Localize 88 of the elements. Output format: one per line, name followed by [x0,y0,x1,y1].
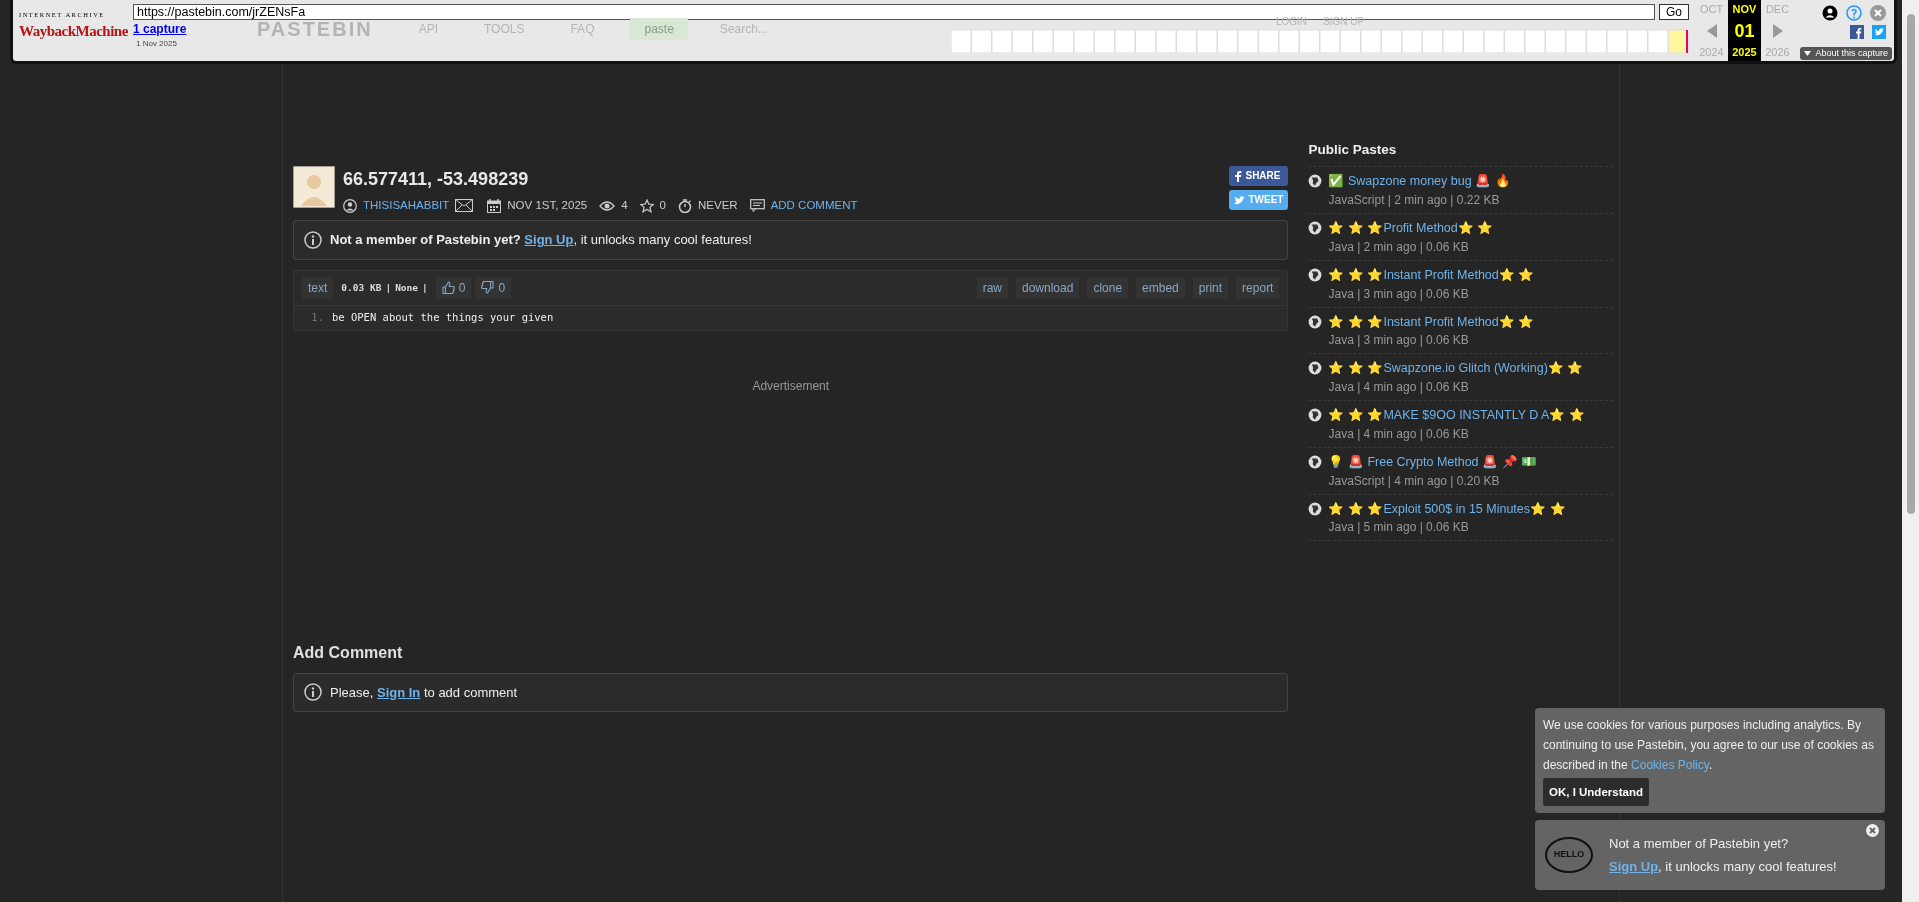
avatar [293,166,335,208]
bird-icon [1234,195,1246,205]
paste-meta: Java | 3 min ago | 0.06 KB [1328,332,1470,350]
globe-icon [1308,314,1323,329]
popup-text: Sign Up, it unlocks many cool features! [1609,858,1837,876]
paste-meta: JavaScript | 4 min ago | 0.20 KB [1328,472,1501,490]
action-button[interactable]: raw [976,276,1008,299]
like-button[interactable]: 0 [435,276,472,299]
sidebar-heading: Public Pastes [1308,140,1613,168]
cookies-policy-link[interactable]: Cookies Policy [1631,758,1709,772]
about-capture-button[interactable]: About this capture [1800,46,1892,60]
twitter-icon[interactable] [1872,25,1886,39]
globe-icon [1308,174,1323,189]
comment-notice-text: Please, Sign In to add comment [330,683,518,702]
author-link[interactable]: THISISAHABBIT [363,197,450,215]
captures-link[interactable]: 1 capture [133,20,257,38]
user-icon [343,198,357,213]
signin-link[interactable]: Sign In [377,684,421,700]
month-column[interactable]: NOV 01 2025 [1728,0,1761,61]
go-button[interactable]: Go [1659,4,1689,20]
paste-title: 66.577411, -53.498239 [343,168,530,191]
popup-title: Not a member of Pastebin yet? [1609,834,1790,853]
action-button[interactable]: download [1016,276,1080,299]
line-number: 1. [310,309,325,325]
cookie-text: We use cookies for various purposes including analytics. By continuing to use Pastebin, you agree to our use of cookies as described in the Cookies Policy. [1543,717,1875,774]
info-icon [304,683,322,702]
globe-icon [1308,408,1323,422]
globe-icon [1308,221,1323,235]
info-icon [304,231,322,249]
notice-text: Not a member of Pastebin yet? Sign Up, it unlocks many cool features! [330,231,752,250]
wayback-logo[interactable]: WaybackMachine [19,19,133,43]
paste-link[interactable]: ⭐ ⭐ ⭐Exploit 500$ in 15 Minutes⭐ ⭐ [1328,499,1566,519]
star-count: 0 [659,198,666,213]
add-comment-link[interactable]: ADD COMMENT [770,197,858,215]
user-icon[interactable] [1822,5,1838,21]
section-heading: Add Comment [293,642,404,663]
expiry: NEVER [698,198,738,213]
separator: | [422,280,428,295]
globe-icon [1308,454,1323,469]
syntax-tag[interactable]: text [302,276,334,299]
paste-date: NOV 1ST, 2025 [507,198,588,213]
paste-link[interactable]: ⭐ ⭐ ⭐Swapzone.io Glitch (Working)⭐ ⭐ [1328,359,1584,378]
close-icon[interactable] [1866,824,1879,837]
action-button[interactable]: print [1192,276,1229,299]
action-button[interactable]: clone [1087,276,1129,299]
separator: | [385,280,392,295]
paste-meta: Java | 4 min ago | 0.06 KB [1328,425,1470,443]
eye-icon [599,199,616,212]
thumbs-up-icon [441,281,455,295]
hello-bubble-icon: HELLO [1545,837,1593,873]
globe-icon [1308,267,1323,282]
paste-link[interactable]: ✅ Swapzone money bug 🚨 🔥 [1328,172,1511,191]
thumbs-down-icon [481,281,495,295]
globe-icon [1308,501,1323,516]
view-count: 4 [621,198,628,213]
scrollbar[interactable] [1902,0,1919,902]
paste-link[interactable]: ⭐ ⭐ ⭐Instant Profit Method⭐ ⭐ [1328,265,1535,285]
mail-icon[interactable] [455,199,474,213]
paste-license: None [395,280,418,295]
accept-button[interactable]: OK, I Understand [1543,778,1649,806]
paste-link[interactable]: 💡 🚨 Free Crypto Method 🚨 📌 💵 [1328,452,1537,472]
paste-meta: Java | 2 min ago | 0.06 KB [1328,238,1470,256]
star-icon[interactable] [639,198,654,213]
paste-meta: Java | 5 min ago | 0.06 KB [1328,519,1470,537]
paste-link[interactable]: ⭐ ⭐ ⭐Profit Method⭐ ⭐ [1328,219,1494,238]
previous-arrow-icon[interactable] [1706,23,1717,38]
capture-date: 1 Nov 2025 [135,38,178,50]
action-button[interactable]: embed [1136,276,1185,299]
caret-icon [1804,50,1812,56]
calendar-icon [487,198,502,213]
ad-label: Advertisement [751,377,831,395]
paste-meta: JavaScript | 2 min ago | 0.22 KB [1328,192,1501,209]
share-button[interactable]: SHARE [1229,166,1289,186]
facebook-icon [1234,170,1243,182]
paste-size: 0.03 KB [341,280,382,295]
next-arrow-icon[interactable] [1772,23,1783,38]
close-icon[interactable] [1870,5,1886,21]
globe-icon [1308,361,1323,376]
code-line: be OPEN about the things your given [332,309,554,325]
comment-icon [749,199,765,213]
paste-meta: Java | 4 min ago | 0.06 KB [1328,379,1470,396]
facebook-icon[interactable] [1850,25,1864,39]
dislike-button[interactable]: 0 [475,276,512,299]
paste-link[interactable]: ⭐ ⭐ ⭐Instant Profit Method⭐ ⭐ [1328,312,1535,332]
paste-link[interactable]: ⭐ ⭐ ⭐MAKE $9OO INSTANTLY D A⭐ ⭐ [1328,406,1585,425]
action-button[interactable]: report [1236,276,1280,299]
timer-icon [678,198,692,213]
paste-meta: Java | 3 min ago | 0.06 KB [1328,285,1470,303]
